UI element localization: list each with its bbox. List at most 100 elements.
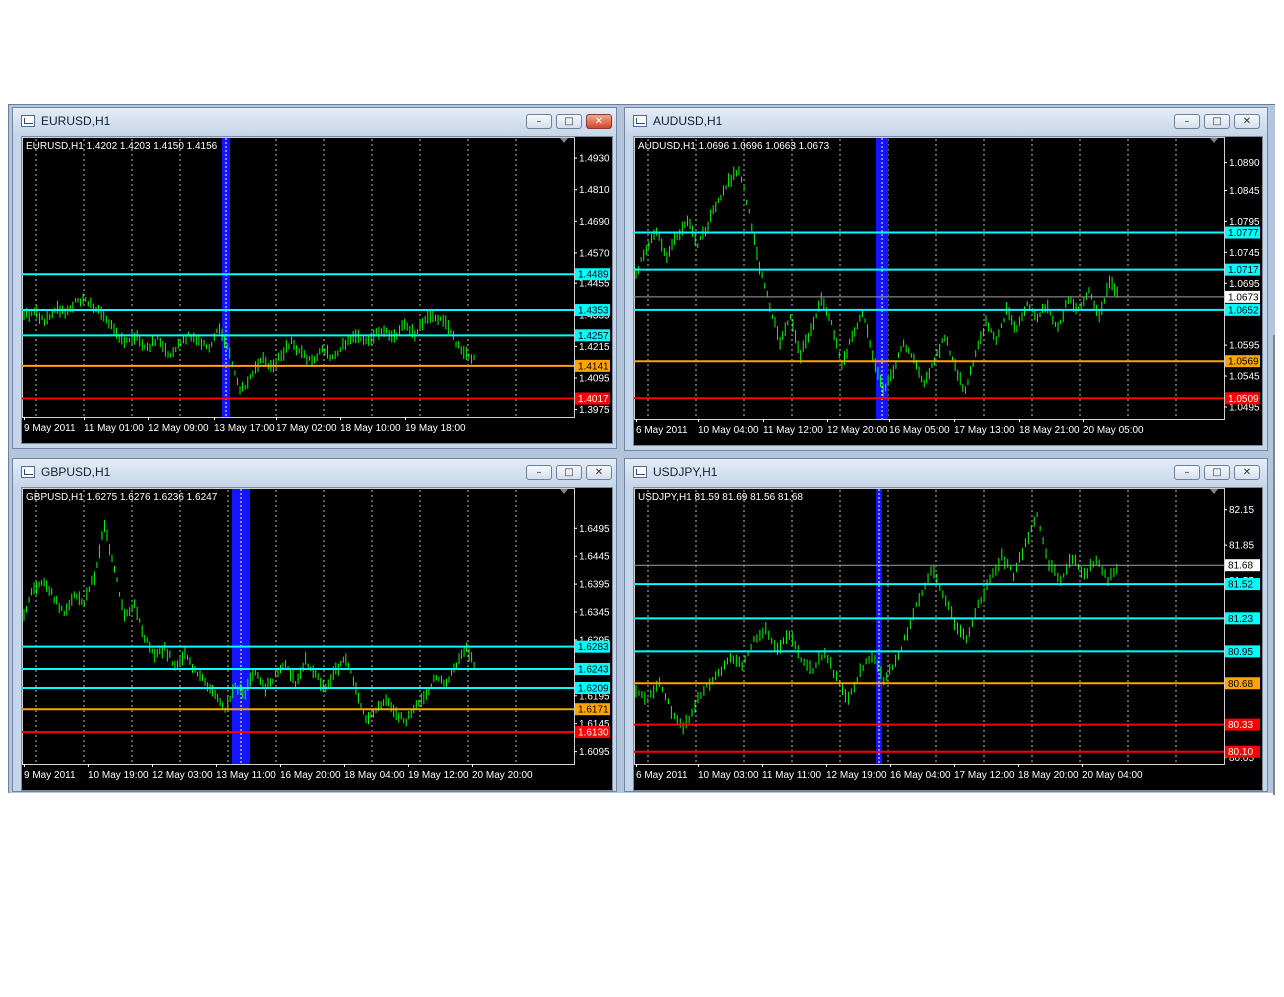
chart-shift-marker[interactable] bbox=[1210, 138, 1218, 143]
price-axis-label: 81.85 bbox=[1229, 541, 1254, 552]
price-axis-label: 1.6345 bbox=[579, 608, 610, 619]
time-axis-label: 12 May 19:00 bbox=[826, 770, 887, 781]
level-price-text: 1.0509 bbox=[1228, 394, 1259, 405]
chart-shift-marker[interactable] bbox=[560, 489, 568, 494]
price-axis-label: 1.6445 bbox=[579, 552, 610, 563]
chart-icon bbox=[21, 466, 35, 478]
time-axis-label: 16 May 05:00 bbox=[889, 425, 950, 436]
price-axis-label: 1.0545 bbox=[1229, 372, 1260, 383]
level-price-text: 80.10 bbox=[1228, 747, 1253, 758]
price-chart[interactable]: 82.1581.8581.5580.0581.5281.2380.9580.68… bbox=[633, 487, 1263, 791]
close-button[interactable]: ✕ bbox=[1234, 465, 1260, 480]
level-price-text: 1.4017 bbox=[578, 394, 609, 405]
chart-shift-marker[interactable] bbox=[560, 138, 568, 143]
level-price-text: 1.0569 bbox=[1228, 357, 1259, 368]
minimize-button[interactable]: – bbox=[526, 465, 552, 480]
maximize-button[interactable]: □ bbox=[1204, 465, 1230, 480]
chart-icon bbox=[21, 115, 35, 127]
current-price-text: 1.0673 bbox=[1228, 292, 1259, 303]
chart-info-label: EURUSD,H1 1.4202 1.4203 1.4150 1.4156 bbox=[26, 141, 218, 152]
time-axis-label: 12 May 03:00 bbox=[152, 770, 213, 781]
chart-shift-marker[interactable] bbox=[1210, 489, 1218, 494]
price-chart-canvas[interactable]: 1.0890 1.0845 1.0795 1.0745 1.0695 1.0595 1.05… bbox=[634, 137, 1263, 446]
time-axis-label: 11 May 11:00 bbox=[762, 770, 822, 781]
chart-window-gbpusd[interactable]: GBPUSD,H1 – □ ✕ 1.6495 1.6445 1.6395 1.6345… bbox=[12, 458, 617, 792]
price-axis-label: 1.4930 bbox=[579, 154, 610, 165]
level-price-text: 1.6130 bbox=[578, 728, 609, 739]
time-axis-label: 20 May 20:00 bbox=[472, 770, 533, 781]
time-axis-label: 19 May 12:00 bbox=[408, 770, 469, 781]
title-bar[interactable]: GBPUSD,H1 – □ ✕ bbox=[13, 459, 616, 485]
price-axis-label: 1.6095 bbox=[579, 747, 610, 758]
price-axis-label: 1.0695 bbox=[1229, 279, 1260, 290]
level-price-text: 1.6243 bbox=[578, 664, 609, 675]
level-price-text: 80.33 bbox=[1228, 720, 1253, 731]
price-chart-canvas[interactable]: 82.1581.8581.5580.0581.5281.2380.9580.68… bbox=[634, 488, 1263, 791]
level-price-text: 1.4489 bbox=[578, 270, 609, 281]
plot-frame bbox=[634, 488, 1225, 765]
time-axis-label: 9 May 2011 bbox=[24, 770, 76, 781]
time-axis-label: 18 May 21:00 bbox=[1019, 425, 1080, 436]
price-axis-label: 1.4690 bbox=[579, 217, 610, 228]
time-axis-label: 13 May 17:00 bbox=[214, 423, 275, 434]
chart-info-label: USDJPY,H1 81.59 81.69 81.56 81.68 bbox=[638, 492, 803, 503]
title-bar[interactable]: EURUSD,H1 – □ ✕ bbox=[13, 108, 616, 134]
price-chart-canvas[interactable]: 1.49301.48101.46901.45701.44551.43351.42… bbox=[22, 137, 613, 444]
price-axis-label: 1.0795 bbox=[1229, 217, 1260, 228]
price-axis-label: 1.0845 bbox=[1229, 186, 1260, 197]
price-chart[interactable]: 1.64951.64451.63951.63451.62951.61951.61… bbox=[21, 487, 613, 791]
time-axis-label: 9 May 2011 bbox=[24, 423, 76, 434]
current-price-text: 81.68 bbox=[1228, 561, 1253, 572]
chart-window-eurusd[interactable]: EURUSD,H1 – □ ✕ 1.4930 1.4810 1.4690 1.4570… bbox=[12, 107, 617, 449]
time-axis-label: 6 May 2011 bbox=[636, 425, 688, 436]
workspace-edge bbox=[1273, 335, 1275, 795]
level-price-text: 81.23 bbox=[1228, 614, 1253, 625]
close-button[interactable]: ✕ bbox=[586, 465, 612, 480]
maximize-button[interactable]: □ bbox=[556, 465, 582, 480]
window-title: AUDUSD,H1 bbox=[653, 114, 723, 128]
price-axis-label: 1.6495 bbox=[579, 524, 610, 535]
price-chart-canvas[interactable]: 1.64951.64451.63951.63451.62951.61951.61… bbox=[22, 488, 613, 791]
time-axis-label: 18 May 10:00 bbox=[340, 423, 401, 434]
level-price-text: 1.6171 bbox=[578, 705, 609, 716]
chart-window-usdjpy[interactable]: USDJPY,H1 – □ ✕ 82.1581.8581.5580.0581.5… bbox=[624, 458, 1268, 792]
time-axis-label: 20 May 04:00 bbox=[1082, 770, 1143, 781]
price-axis-label: 82.15 bbox=[1229, 505, 1254, 516]
time-axis-label: 17 May 02:00 bbox=[276, 423, 337, 434]
title-bar[interactable]: AUDUSD,H1 – □ ✕ bbox=[625, 108, 1267, 134]
time-axis-label: 10 May 19:00 bbox=[88, 770, 149, 781]
minimize-button[interactable]: – bbox=[526, 114, 552, 129]
minimize-button[interactable]: – bbox=[1174, 114, 1200, 129]
time-axis-label: 18 May 20:00 bbox=[1018, 770, 1079, 781]
price-axis-label: 1.3975 bbox=[579, 405, 610, 416]
minimize-button[interactable]: – bbox=[1174, 465, 1200, 480]
price-axis-label: 1.0595 bbox=[1229, 341, 1260, 352]
price-axis-label: 1.0890 bbox=[1229, 158, 1260, 169]
plot-frame bbox=[22, 137, 575, 418]
price-axis-label: 1.4570 bbox=[579, 248, 610, 259]
level-price-text: 1.6283 bbox=[578, 642, 609, 653]
chart-info-label: GBPUSD,H1 1.6275 1.6276 1.6236 1.6247 bbox=[26, 492, 218, 503]
time-axis-label: 11 May 12:00 bbox=[763, 425, 823, 436]
price-chart[interactable]: 1.49301.48101.46901.45701.44551.43351.42… bbox=[21, 136, 613, 444]
price-axis-label: 1.4810 bbox=[579, 185, 610, 196]
time-axis-label: 20 May 05:00 bbox=[1083, 425, 1144, 436]
level-price-text: 1.0652 bbox=[1228, 305, 1259, 316]
time-axis-label: 17 May 12:00 bbox=[954, 770, 1015, 781]
level-price-text: 80.68 bbox=[1228, 679, 1253, 690]
chart-window-audusd[interactable]: AUDUSD,H1 – □ ✕ 1.0890 1.0845 1.0795 1.0745… bbox=[624, 107, 1268, 451]
time-axis-label: 19 May 18:00 bbox=[405, 423, 466, 434]
title-bar[interactable]: USDJPY,H1 – □ ✕ bbox=[625, 459, 1267, 485]
level-price-text: 81.52 bbox=[1228, 580, 1253, 591]
level-price-text: 80.95 bbox=[1228, 647, 1253, 658]
price-axis-label: 1.4095 bbox=[579, 373, 610, 384]
time-axis-label: 11 May 01:00 bbox=[84, 423, 144, 434]
maximize-button[interactable]: □ bbox=[556, 114, 582, 129]
time-axis-label: 10 May 04:00 bbox=[698, 425, 759, 436]
close-button[interactable]: ✕ bbox=[586, 114, 612, 129]
time-axis-label: 18 May 04:00 bbox=[344, 770, 405, 781]
level-price-text: 1.0717 bbox=[1228, 265, 1259, 276]
close-button[interactable]: ✕ bbox=[1234, 114, 1260, 129]
price-chart[interactable]: 1.0890 1.0845 1.0795 1.0745 1.0695 1.0595 1.05… bbox=[633, 136, 1263, 446]
maximize-button[interactable]: □ bbox=[1204, 114, 1230, 129]
